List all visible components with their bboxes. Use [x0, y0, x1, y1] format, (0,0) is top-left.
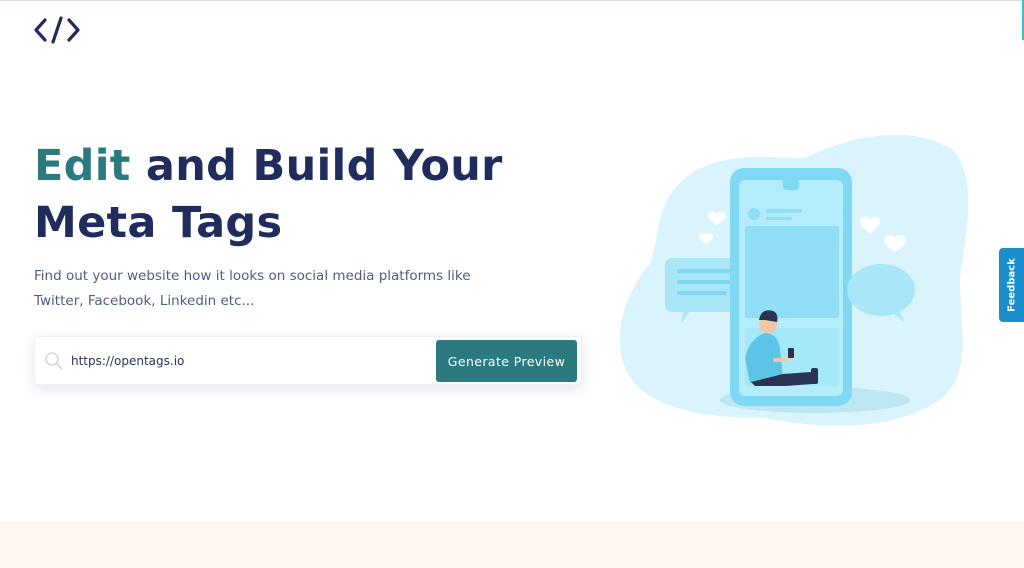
url-search-box: Generate Preview: [34, 336, 582, 385]
feedback-label: Feedback: [1006, 258, 1017, 312]
feedback-tab[interactable]: Feedback: [999, 248, 1024, 322]
top-border: [0, 0, 1024, 1]
phone-illustration: [619, 134, 969, 426]
title-accent: Edit: [34, 141, 131, 191]
generate-preview-button[interactable]: Generate Preview: [436, 340, 577, 382]
search-icon: [45, 352, 63, 370]
url-input[interactable]: [71, 347, 431, 375]
code-brackets-icon[interactable]: [33, 14, 81, 46]
page-title: Edit and Build Your Meta Tags: [34, 138, 604, 252]
chat-bubble-right: [847, 264, 915, 316]
page-subtitle: Find out your website how it looks on so…: [34, 268, 471, 309]
next-section-band: [0, 521, 1024, 568]
